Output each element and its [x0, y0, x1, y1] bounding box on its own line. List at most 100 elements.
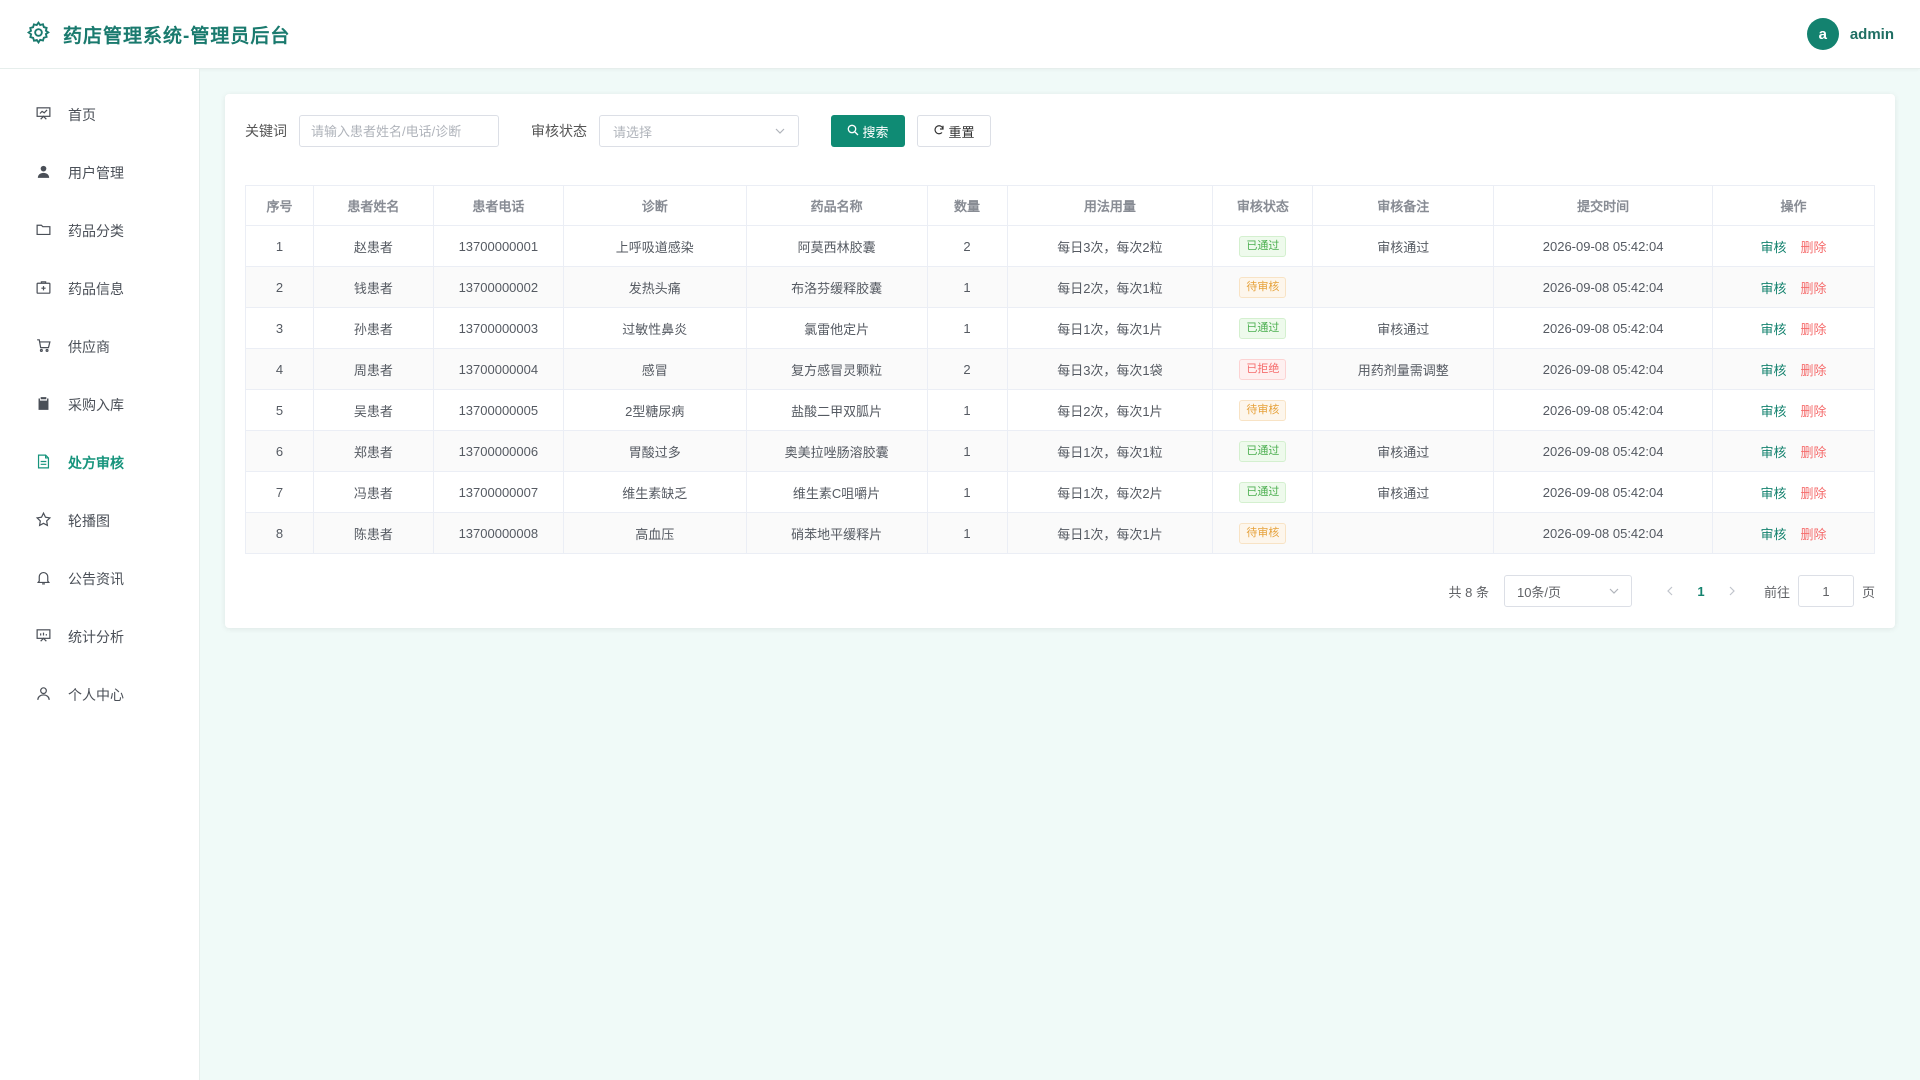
sidebar-item-label: 采购入库 [68, 397, 124, 413]
audit-link[interactable]: 审核 [1761, 281, 1787, 296]
cell-remark: 审核通过 [1312, 430, 1495, 472]
brand: 药店管理系统-管理员后台 [26, 20, 290, 48]
sidebar-item-profile[interactable]: 个人中心 [0, 666, 199, 724]
keyword-input[interactable] [299, 115, 499, 147]
cell-name: 郑患者 [312, 430, 434, 472]
goto-label: 前往 [1763, 584, 1790, 600]
audit-link[interactable]: 审核 [1761, 363, 1787, 378]
column-header: 审核备注 [1312, 185, 1495, 226]
cell-no: 5 [245, 389, 314, 431]
audit-link[interactable]: 审核 [1761, 322, 1787, 337]
clipboard-icon [35, 395, 52, 415]
cell-usage: 每日2次，每次1片 [1006, 389, 1214, 431]
table-row: 7 冯患者 13700000007 维生素缺乏 维生素C咀嚼片 1 每日1次，每… [245, 471, 1875, 513]
cell-usage: 每日1次，每次1粒 [1006, 430, 1214, 472]
sidebar-item-statistics[interactable]: 统计分析 [0, 608, 199, 666]
cell-qty: 1 [926, 512, 1008, 554]
sidebar-item-drug-category[interactable]: 药品分类 [0, 202, 199, 260]
page-number-current[interactable]: 1 [1686, 584, 1716, 599]
table-row: 4 周患者 13700000004 感冒 复方感冒灵颗粒 2 每日3次，每次1袋… [245, 348, 1875, 390]
column-header: 用法用量 [1006, 185, 1214, 226]
status-select[interactable]: 请选择 [599, 115, 799, 147]
goto-page-input[interactable] [1797, 575, 1854, 607]
search-bar: 关键词 审核状态 请选择 搜索 重置 [245, 115, 991, 147]
cell-status: 已通过 [1212, 225, 1314, 267]
avatar[interactable]: a [1806, 18, 1839, 50]
cell-qty: 1 [926, 471, 1008, 513]
prescription-table: 序号 患者姓名 患者电话 诊断 药品名称 数量 用法用量 审核状态 审核备注 提… [245, 185, 1875, 554]
delete-link[interactable]: 删除 [1801, 527, 1827, 542]
cell-status: 已通过 [1212, 430, 1314, 472]
audit-link[interactable]: 审核 [1761, 445, 1787, 460]
delete-link[interactable]: 删除 [1801, 445, 1827, 460]
sidebar-item-prescription-audit[interactable]: 处方审核 [0, 434, 199, 492]
cell-no: 1 [245, 225, 314, 267]
cell-name: 陈患者 [312, 512, 434, 554]
cell-remark [1312, 389, 1495, 431]
cell-status: 已通过 [1212, 307, 1314, 349]
page-size-value: 10条/页 [1516, 584, 1562, 600]
cell-qty: 2 [926, 348, 1008, 390]
cell-status: 已通过 [1212, 471, 1314, 513]
delete-link[interactable]: 删除 [1801, 322, 1827, 337]
cell-time: 2026-09-08 05:42:04 [1493, 348, 1714, 390]
cell-drug: 复方感冒灵颗粒 [745, 348, 928, 390]
column-header: 诊断 [562, 185, 747, 226]
cell-diagnosis: 2型糖尿病 [562, 389, 747, 431]
cell-no: 6 [245, 430, 314, 472]
cell-drug: 维生素C咀嚼片 [745, 471, 928, 513]
folder-icon [35, 221, 52, 241]
audit-link[interactable]: 审核 [1761, 404, 1787, 419]
cell-actions: 审核 删除 [1712, 430, 1875, 472]
column-header: 提交时间 [1493, 185, 1714, 226]
cell-diagnosis: 维生素缺乏 [562, 471, 747, 513]
sidebar-item-home[interactable]: 首页 [0, 86, 199, 144]
sidebar-item-announcements[interactable]: 公告资讯 [0, 550, 199, 608]
status-badge: 已通过 [1239, 440, 1287, 462]
delete-link[interactable]: 删除 [1801, 281, 1827, 296]
cell-usage: 每日1次，每次1片 [1006, 307, 1214, 349]
sidebar-item-label: 统计分析 [68, 629, 124, 645]
prev-page-button[interactable] [1654, 584, 1686, 599]
gear-icon [26, 20, 51, 48]
user-menu[interactable]: a admin [1806, 18, 1894, 50]
next-page-button[interactable] [1716, 584, 1748, 599]
sidebar-item-purchase[interactable]: 采购入库 [0, 376, 199, 434]
bell-icon [35, 569, 52, 589]
cell-diagnosis: 高血压 [562, 512, 747, 554]
cell-name: 周患者 [312, 348, 434, 390]
delete-link[interactable]: 删除 [1801, 240, 1827, 255]
sidebar-item-users[interactable]: 用户管理 [0, 144, 199, 202]
audit-link[interactable]: 审核 [1761, 527, 1787, 542]
cell-usage: 每日3次，每次2粒 [1006, 225, 1214, 267]
username[interactable]: admin [1850, 26, 1894, 43]
table-row: 6 郑患者 13700000006 胃酸过多 奥美拉唑肠溶胶囊 1 每日1次，每… [245, 430, 1875, 472]
status-badge: 待审核 [1239, 399, 1287, 421]
delete-link[interactable]: 删除 [1801, 404, 1827, 419]
audit-link[interactable]: 审核 [1761, 240, 1787, 255]
search-button[interactable]: 搜索 [831, 115, 905, 147]
cell-name: 孙患者 [312, 307, 434, 349]
page-size-select[interactable]: 10条/页 [1503, 575, 1632, 607]
audit-link[interactable]: 审核 [1761, 486, 1787, 501]
sidebar-item-label: 用户管理 [68, 165, 124, 181]
sidebar-item-label: 供应商 [68, 339, 110, 355]
keyword-label: 关键词 [245, 123, 287, 139]
chevron-right-icon [1729, 586, 1735, 595]
cell-actions: 审核 删除 [1712, 389, 1875, 431]
table-row: 3 孙患者 13700000003 过敏性鼻炎 氯雷他定片 1 每日1次，每次1… [245, 307, 1875, 349]
cell-status: 待审核 [1212, 512, 1314, 554]
sidebar-item-supplier[interactable]: 供应商 [0, 318, 199, 376]
status-label: 审核状态 [531, 123, 587, 139]
cell-no: 2 [245, 266, 314, 308]
person-icon [35, 685, 52, 705]
sidebar-item-carousel[interactable]: 轮播图 [0, 492, 199, 550]
delete-link[interactable]: 删除 [1801, 363, 1827, 378]
sidebar-item-drug-info[interactable]: 药品信息 [0, 260, 199, 318]
status-badge: 已通过 [1239, 317, 1287, 339]
column-header: 数量 [926, 185, 1008, 226]
status-badge: 已通过 [1239, 481, 1287, 503]
delete-link[interactable]: 删除 [1801, 486, 1827, 501]
cell-remark [1312, 512, 1495, 554]
reset-button[interactable]: 重置 [917, 115, 991, 147]
